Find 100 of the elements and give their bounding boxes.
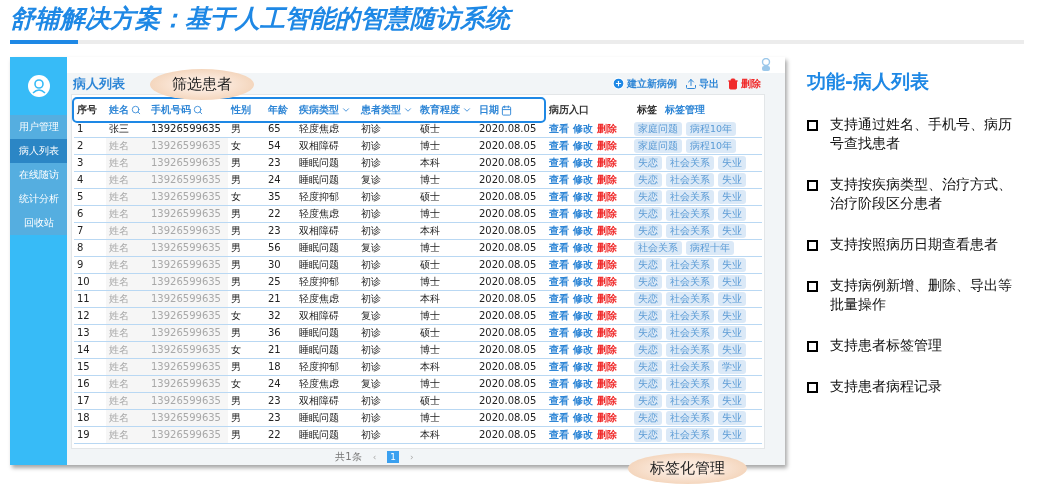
action-link[interactable]: 查看 bbox=[549, 394, 569, 409]
action-link[interactable]: 修改 bbox=[573, 156, 593, 171]
table-cell-text: 博士 bbox=[419, 377, 441, 392]
action-link[interactable]: 查看 bbox=[549, 173, 569, 188]
tag-manage-link[interactable]: 标签管理 bbox=[665, 103, 705, 118]
page-button[interactable]: 1 bbox=[387, 451, 400, 464]
table-cell: 姓名 bbox=[106, 393, 148, 410]
sidebar-item[interactable]: 病人列表 bbox=[10, 139, 67, 163]
table-cell-text: 博士 bbox=[419, 139, 441, 154]
action-link[interactable]: 查看 bbox=[549, 343, 569, 358]
action-link[interactable]: 删除 bbox=[597, 122, 617, 137]
sidebar-item[interactable]: 用户管理 bbox=[10, 115, 67, 139]
table-cell-text: 男 bbox=[230, 224, 242, 239]
action-link[interactable]: 查看 bbox=[549, 207, 569, 222]
table-cell-text: 轻度焦虑 bbox=[298, 292, 340, 307]
next-page-button[interactable]: › bbox=[407, 451, 417, 464]
action-link[interactable]: 修改 bbox=[573, 275, 593, 290]
action-link[interactable]: 修改 bbox=[573, 258, 593, 273]
action-link[interactable]: 删除 bbox=[597, 326, 617, 341]
calendar-icon[interactable] bbox=[501, 104, 512, 116]
action-link[interactable]: 查看 bbox=[549, 190, 569, 205]
column-header[interactable]: 手机号码 bbox=[151, 103, 191, 118]
action-link[interactable]: 查看 bbox=[549, 377, 569, 392]
table-cell-text: 23 bbox=[267, 156, 282, 171]
search-icon[interactable] bbox=[193, 105, 203, 116]
action-link[interactable]: 修改 bbox=[573, 428, 593, 443]
action-link[interactable]: 查看 bbox=[549, 139, 569, 154]
action-link[interactable]: 查看 bbox=[549, 224, 569, 239]
table-cell-text: 初诊 bbox=[360, 394, 382, 409]
table-cell-text: 男 bbox=[230, 258, 242, 273]
column-header[interactable]: 日期 bbox=[479, 103, 499, 118]
action-link[interactable]: 查看 bbox=[549, 122, 569, 137]
action-link[interactable]: 查看 bbox=[549, 360, 569, 375]
column-header[interactable]: 患者类型 bbox=[361, 103, 401, 118]
action-link[interactable]: 修改 bbox=[573, 394, 593, 409]
tag: 失恋 bbox=[634, 411, 662, 426]
action-link[interactable]: 删除 bbox=[597, 207, 617, 222]
column-header[interactable]: 年龄 bbox=[268, 103, 288, 118]
action-link[interactable]: 删除 bbox=[597, 343, 617, 358]
delete-button[interactable]: 删除 bbox=[727, 76, 761, 91]
action-link[interactable]: 查看 bbox=[549, 258, 569, 273]
prev-page-button[interactable]: ‹ bbox=[369, 451, 380, 464]
sidebar-item[interactable]: 统计分析 bbox=[10, 187, 67, 211]
table-cell-text: 男 bbox=[230, 173, 242, 188]
action-link[interactable]: 修改 bbox=[573, 122, 593, 137]
table-cell-text: 1 bbox=[76, 122, 85, 137]
action-link[interactable]: 修改 bbox=[573, 139, 593, 154]
action-link[interactable]: 修改 bbox=[573, 207, 593, 222]
action-link[interactable]: 修改 bbox=[573, 360, 593, 375]
action-link[interactable]: 修改 bbox=[573, 292, 593, 307]
tag: 社会关系 bbox=[666, 190, 714, 205]
sidebar-item[interactable]: 回收站 bbox=[10, 211, 67, 235]
table-cell: 13926599635 bbox=[148, 342, 228, 359]
table-cell-text: 2020.08.05 bbox=[478, 122, 538, 137]
action-link[interactable]: 删除 bbox=[597, 275, 617, 290]
action-link[interactable]: 查看 bbox=[549, 241, 569, 256]
column-header[interactable]: 性别 bbox=[231, 103, 251, 118]
table-cell: 姓名 bbox=[106, 427, 148, 444]
action-link[interactable]: 查看 bbox=[549, 309, 569, 324]
action-link[interactable]: 查看 bbox=[549, 411, 569, 426]
action-link[interactable]: 删除 bbox=[597, 241, 617, 256]
action-link[interactable]: 修改 bbox=[573, 173, 593, 188]
action-link[interactable]: 修改 bbox=[573, 241, 593, 256]
action-link[interactable]: 删除 bbox=[597, 394, 617, 409]
add-button[interactable]: 建立新病例 bbox=[612, 76, 677, 91]
action-link[interactable]: 删除 bbox=[597, 411, 617, 426]
table-cell-text: 16 bbox=[76, 377, 91, 392]
table-cell-text: 硕士 bbox=[419, 190, 441, 205]
action-link[interactable]: 修改 bbox=[573, 309, 593, 324]
table-cell-text: 32 bbox=[267, 309, 282, 324]
action-link[interactable]: 查看 bbox=[549, 326, 569, 341]
action-link[interactable]: 删除 bbox=[597, 292, 617, 307]
action-link[interactable]: 删除 bbox=[597, 173, 617, 188]
action-link[interactable]: 查看 bbox=[549, 292, 569, 307]
action-link[interactable]: 删除 bbox=[597, 428, 617, 443]
action-link[interactable]: 删除 bbox=[597, 377, 617, 392]
action-link[interactable]: 修改 bbox=[573, 411, 593, 426]
action-link[interactable]: 修改 bbox=[573, 224, 593, 239]
action-link[interactable]: 修改 bbox=[573, 326, 593, 341]
action-link[interactable]: 查看 bbox=[549, 428, 569, 443]
action-link[interactable]: 删除 bbox=[597, 309, 617, 324]
action-link[interactable]: 修改 bbox=[573, 190, 593, 205]
action-link[interactable]: 删除 bbox=[597, 156, 617, 171]
tag: 失恋 bbox=[634, 343, 662, 358]
action-link[interactable]: 查看 bbox=[549, 275, 569, 290]
action-link[interactable]: 删除 bbox=[597, 360, 617, 375]
action-link[interactable]: 修改 bbox=[573, 343, 593, 358]
export-button[interactable]: 导出 bbox=[685, 76, 719, 91]
action-link[interactable]: 删除 bbox=[597, 190, 617, 205]
action-link[interactable]: 删除 bbox=[597, 224, 617, 239]
action-link[interactable]: 修改 bbox=[573, 377, 593, 392]
search-icon[interactable] bbox=[131, 105, 141, 116]
table-cell: 姓名 bbox=[106, 342, 148, 359]
column-header[interactable]: 姓名 bbox=[109, 103, 129, 118]
column-header[interactable]: 疾病类型 bbox=[299, 103, 339, 118]
column-header[interactable]: 教育程度 bbox=[420, 103, 460, 118]
action-link[interactable]: 删除 bbox=[597, 258, 617, 273]
action-link[interactable]: 删除 bbox=[597, 139, 617, 154]
action-link[interactable]: 查看 bbox=[549, 156, 569, 171]
sidebar-item[interactable]: 在线随访 bbox=[10, 163, 67, 187]
